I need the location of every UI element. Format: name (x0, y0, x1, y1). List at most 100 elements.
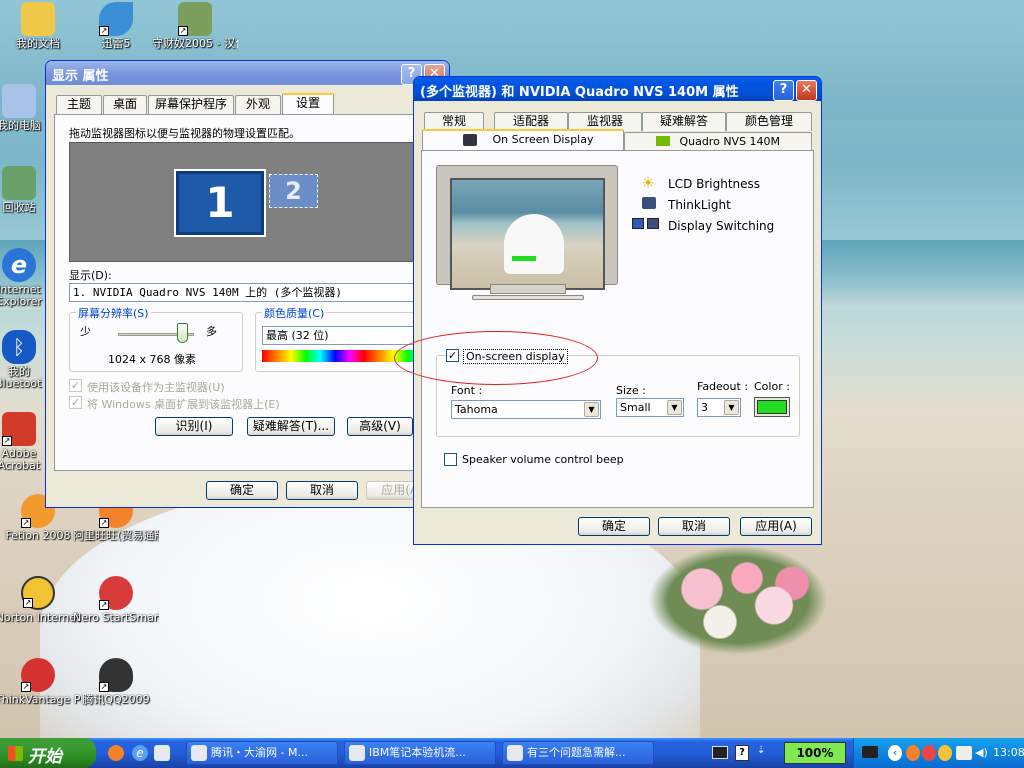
quicklaunch-explorer-icon[interactable] (154, 745, 170, 761)
tab-troubleshoot[interactable]: 疑难解答 (642, 112, 726, 131)
advanced-button[interactable]: 高级(V) (347, 417, 413, 436)
identify-button[interactable]: 识别(I) (155, 417, 233, 436)
size-select[interactable]: Small ▼ (616, 398, 684, 417)
display-select[interactable]: 1. NVIDIA Quadro NVS 140M 上的 (多个监视器) (69, 283, 449, 302)
resolution-group: 屏幕分辨率(S) 少 多 1024 x 768 像素 (69, 305, 243, 372)
chevron-down-icon: ▼ (724, 400, 739, 415)
desktop-icon-my-documents[interactable]: 我的文档 (0, 2, 81, 50)
cancel-button[interactable]: 取消 (658, 517, 730, 536)
tab-quadro[interactable]: Quadro NVS 140M (624, 132, 812, 151)
qq-penguin-icon[interactable] (906, 745, 920, 761)
display-label: 显示(D): (69, 269, 112, 282)
fadeout-label: Fadeout : (697, 380, 749, 393)
quicklaunch-ie-icon[interactable]: e (132, 745, 148, 761)
desktop: 我的文档 ↗ 迅雷5 ↗ 守财奴2005 - 汉化版 我的电脑 回收站 e In… (0, 0, 1024, 738)
monitor-1-tile[interactable]: 1 (174, 169, 266, 237)
fadeout-select[interactable]: 3 ▼ (697, 398, 741, 417)
system-tray: ‹ ◀) 13:08 (853, 738, 1024, 768)
preview-osd-bar (512, 256, 536, 261)
desktop-icon-qq[interactable]: ↗ 腾讯QQ2009 (73, 658, 159, 706)
apply-button[interactable]: 应用(A) (740, 517, 812, 536)
keyboard-icon[interactable] (712, 746, 728, 759)
desktop-icon-nero[interactable]: ↗ Nero StartSmart (73, 576, 159, 624)
chevron-icon[interactable]: ⇣ (757, 745, 767, 761)
taskbar-item-1[interactable]: 腾讯・大渝网 - M... (186, 741, 338, 765)
desktop-icon-internet-explorer[interactable]: e Internet Explorer (0, 248, 43, 308)
preview-image (450, 178, 605, 290)
shoucainu-icon: ↗ (178, 2, 212, 36)
monitor-instruction: 拖动监视器图标以便与监视器的物理设置匹配。 (69, 127, 300, 140)
document-icon (191, 745, 207, 761)
extend-desktop-label: 将 Windows 桌面扩展到该监视器上(E) (87, 398, 280, 411)
start-button[interactable]: 开始 (0, 738, 96, 768)
tab-color-management[interactable]: 颜色管理 (726, 112, 812, 131)
tab-screensaver[interactable]: 屏幕保护程序 (148, 95, 234, 114)
tab-desktop[interactable]: 桌面 (103, 95, 147, 114)
color-swatch-button[interactable] (754, 397, 790, 417)
taskbar-item-3[interactable]: 有三个问题急需解... (502, 741, 654, 765)
power-plug-icon[interactable] (862, 746, 878, 758)
speaker-beep-checkbox[interactable] (444, 453, 457, 466)
list-item-lcd-brightness[interactable]: LCD Brightness (668, 177, 760, 191)
monitor-stand (490, 284, 566, 294)
laptop-icon (463, 134, 477, 146)
internet-explorer-icon: e (2, 248, 36, 282)
acrobat-icon: ↗ (2, 412, 36, 446)
chevron-down-icon: ▼ (584, 402, 599, 417)
resolution-more-label: 多 (206, 325, 217, 338)
ok-button[interactable]: 确定 (206, 481, 278, 500)
windows-logo-icon (8, 746, 23, 761)
quicklaunch-qq-icon[interactable] (108, 745, 124, 761)
desktop-icon-recycle-bin[interactable]: 回收站 (0, 166, 43, 214)
tab-on-screen-display[interactable]: On Screen Display (422, 129, 624, 150)
desktop-icon-adobe-acrobat[interactable]: ↗ Adobe Acrobat (0, 412, 43, 472)
annotation-ellipse (394, 331, 598, 385)
list-item-thinklight[interactable]: ThinkLight (668, 198, 731, 212)
font-select[interactable]: Tahoma ▼ (451, 400, 601, 419)
primary-monitor-checkbox[interactable]: ✓ (69, 379, 82, 392)
bluetooth-icon: ᛒ (2, 330, 36, 364)
tab-appearance[interactable]: 外观 (235, 95, 281, 114)
chevron-down-icon: ▼ (667, 400, 682, 415)
nvidia-properties-window: (多个监视器) 和 NVIDIA Quadro NVS 140M 属性 ? ✕ … (413, 76, 822, 545)
desktop-icon-shoucainu[interactable]: ↗ 守财奴2005 - 汉化版 (152, 2, 238, 50)
taskbar: 开始 e 腾讯・大渝网 - M... IBM笔记本验机流... 有三个问题急需解… (0, 738, 1024, 768)
ok-button[interactable]: 确定 (578, 517, 650, 536)
troubleshoot-button[interactable]: 疑难解答(T)... (247, 417, 335, 436)
tab-themes[interactable]: 主题 (56, 95, 102, 114)
qq-penguin-icon[interactable] (938, 745, 952, 761)
network-icon[interactable] (956, 746, 972, 760)
battery-indicator[interactable]: 100% (784, 742, 846, 764)
clock[interactable]: 13:08 (993, 738, 1024, 768)
desktop-icon-my-computer[interactable]: 我的电脑 (0, 84, 43, 132)
osd-panel: ☀ LCD Brightness ThinkLight Display Swit… (421, 150, 814, 508)
document-icon (349, 745, 365, 761)
taskbar-item-2[interactable]: IBM笔记本验机流... (344, 741, 496, 765)
speaker-beep-label: Speaker volume control beep (462, 453, 624, 466)
resolution-slider-thumb[interactable] (177, 323, 188, 343)
desktop-icon-xunlei[interactable]: ↗ 迅雷5 (73, 2, 159, 50)
tab-settings[interactable]: 设置 (282, 93, 334, 114)
window-title: 显示 属性 (52, 69, 109, 84)
list-item-display-switching[interactable]: Display Switching (668, 219, 774, 233)
bouquet-image (648, 545, 828, 655)
speaker-icon[interactable]: ◀) (975, 745, 989, 761)
help-icon[interactable]: ? (735, 745, 749, 761)
qq-penguin-icon[interactable] (922, 745, 936, 761)
monitor-arrangement-area[interactable]: 1 2 (69, 142, 449, 262)
resolution-group-title: 屏幕分辨率(S) (76, 305, 151, 321)
close-button[interactable]: ✕ (796, 80, 817, 101)
desktop-icon-norton[interactable]: ↗ Norton Internet (0, 576, 81, 624)
color-quality-group-title: 颜色质量(C) (262, 305, 327, 321)
display-properties-window: 显示 属性 ? ✕ 主题 桌面 屏幕保护程序 外观 设置 拖动监视器图标以便与监… (45, 60, 450, 508)
nvidia-properties-titlebar[interactable]: (多个监视器) 和 NVIDIA Quadro NVS 140M 属性 ? ✕ (414, 77, 821, 101)
chevron-left-icon[interactable]: ‹ (888, 745, 902, 761)
desktop-icon-thinkvantage[interactable]: ↗ ThinkVantage Productiv... (0, 658, 81, 706)
help-button[interactable]: ? (773, 80, 794, 101)
desktop-icon-bluetooth[interactable]: ᛒ 我的 Bluetooth (0, 330, 43, 390)
extend-desktop-checkbox[interactable]: ✓ (69, 396, 82, 409)
display-properties-titlebar[interactable]: 显示 属性 ? ✕ (46, 61, 449, 85)
monitor-2-tile[interactable]: 2 (269, 174, 318, 208)
cancel-button[interactable]: 取消 (286, 481, 358, 500)
resolution-value: 1024 x 768 像素 (108, 353, 196, 366)
